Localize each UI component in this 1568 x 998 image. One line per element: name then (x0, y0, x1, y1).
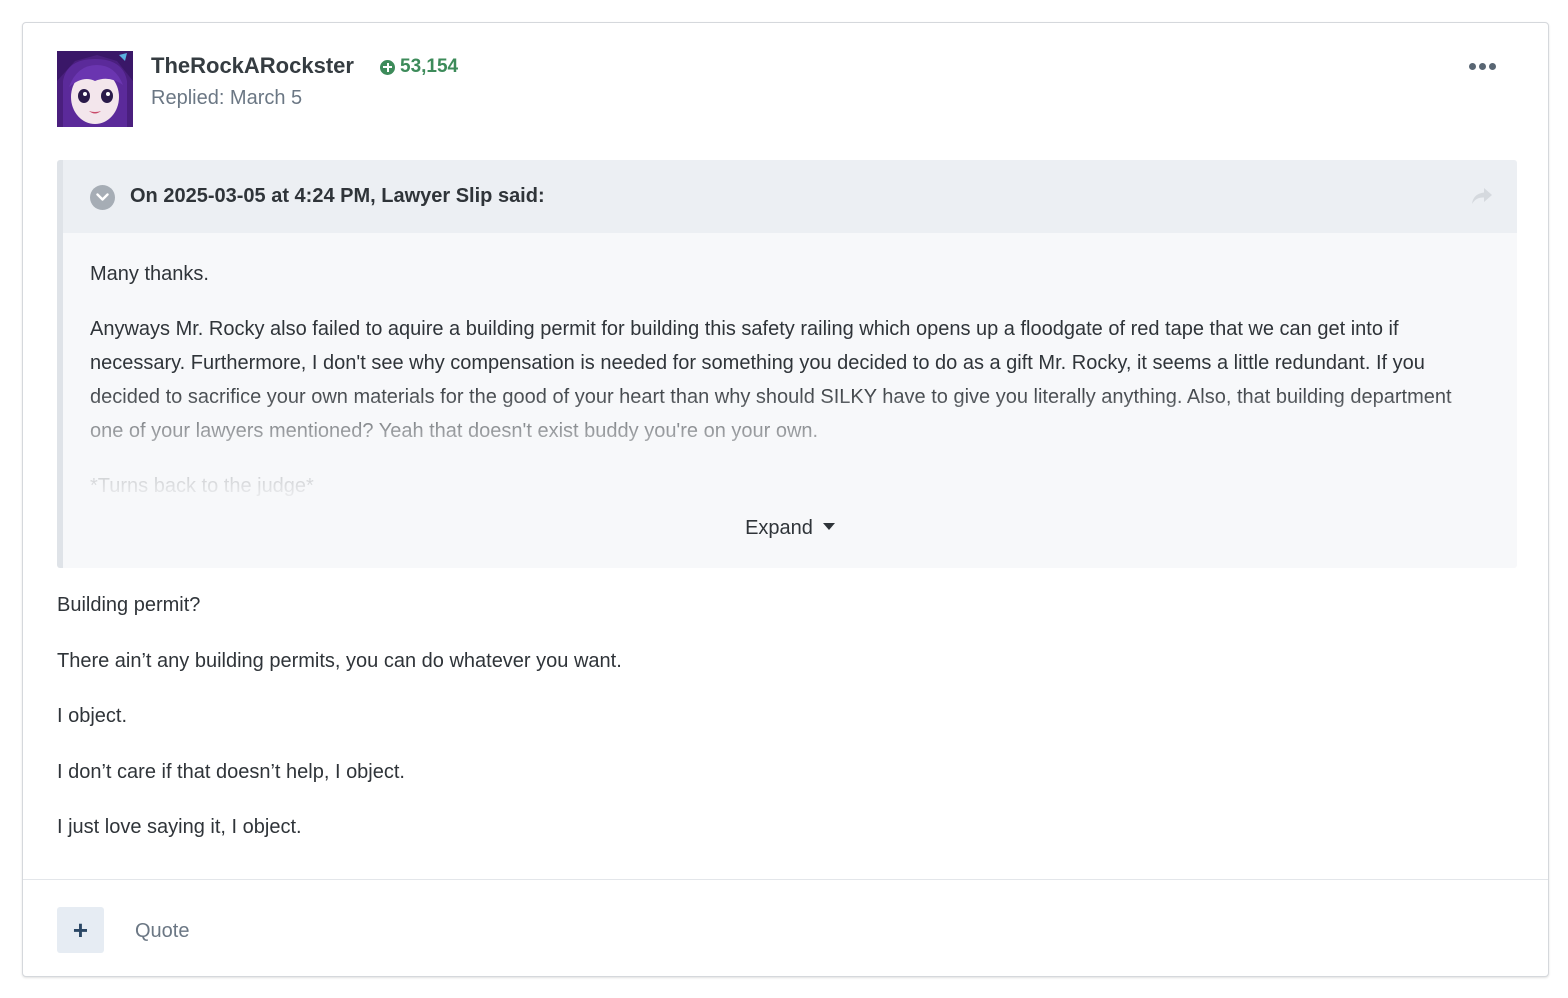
multiquote-add-button[interactable]: + (57, 907, 104, 953)
post-paragraph: I don’t care if that doesn’t help, I obj… (57, 760, 405, 783)
post-paragraph: There ain’t any building permits, you ca… (57, 649, 622, 672)
author-name[interactable]: TheRockARockster (151, 53, 354, 79)
post-paragraph: Building permit? (57, 594, 201, 616)
reply-date: Replied: March 5 (151, 87, 303, 109)
quote-content: Many thanks. Anyways Mr. Rocky also fail… (63, 233, 1517, 553)
quote-paragraph: *Turns back to the judge* (90, 475, 314, 497)
share-icon[interactable] (1471, 186, 1493, 211)
plus-icon: + (72, 915, 89, 945)
post-paragraph: I just love saying it, I object. (57, 816, 302, 838)
caret-down-icon (822, 523, 835, 531)
quote-button[interactable]: Quote (135, 920, 189, 943)
post-paragraph: I object. (57, 705, 128, 727)
ellipsis-icon (1469, 63, 1476, 70)
expand-label: Expand (745, 517, 813, 539)
avatar[interactable] (57, 51, 133, 127)
plus-circle-icon (380, 59, 395, 75)
expand-button[interactable]: Expand (63, 517, 1517, 540)
post-footer: + Quote (23, 879, 1548, 978)
quote-paragraph: Anyways Mr. Rocky also failed to aquire … (90, 318, 1452, 442)
quote-header: On 2025-03-05 at 4:24 PM, Lawyer Slip sa… (63, 160, 1517, 233)
post-content: Building permit? There ain’t any buildin… (57, 591, 622, 869)
chevron-down-icon[interactable] (90, 185, 115, 210)
quote-citation: On 2025-03-05 at 4:24 PM, Lawyer Slip sa… (130, 185, 545, 207)
more-options-button[interactable] (1469, 63, 1496, 70)
reputation-count: 53,154 (400, 56, 459, 77)
forum-post: TheRockARockster 53,154 Replied: March 5… (22, 22, 1549, 977)
reputation-badge[interactable]: 53,154 (380, 56, 458, 78)
quote-block: On 2025-03-05 at 4:24 PM, Lawyer Slip sa… (57, 160, 1517, 568)
quote-paragraph: Many thanks. (90, 263, 209, 285)
